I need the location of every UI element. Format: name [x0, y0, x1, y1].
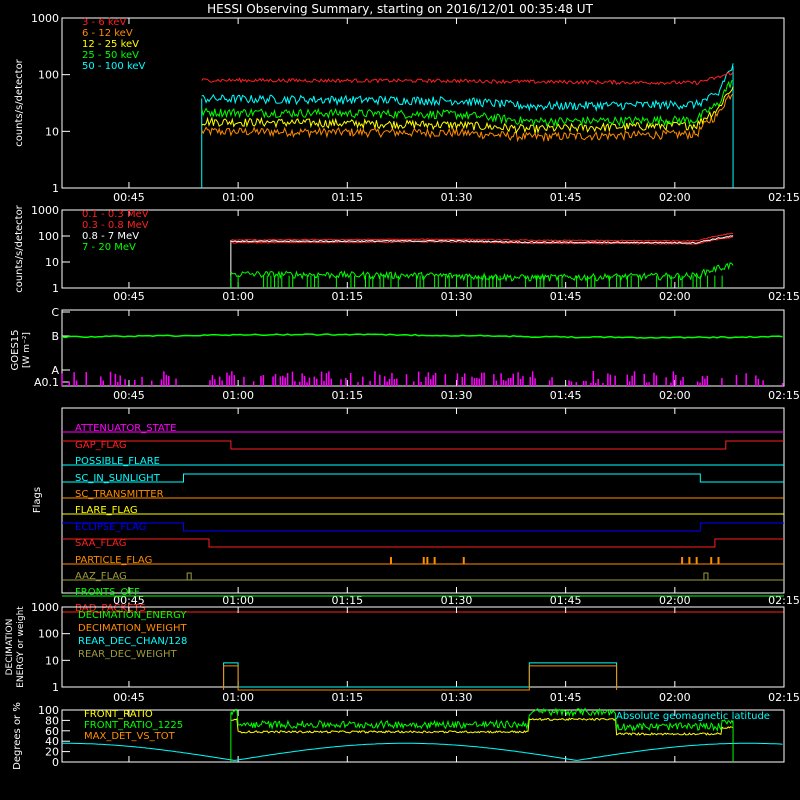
ratio-ytick-label: 100	[38, 704, 59, 717]
gamma-xtick-label: 01:30	[441, 290, 473, 303]
gamma-xtick-label: 01:00	[222, 290, 254, 303]
gamma-xtick-label: 00:45	[113, 290, 145, 303]
hxr-legend-entry: 12 - 25 keV	[82, 39, 139, 50]
gamma-ylabel: counts/s/detector	[14, 204, 25, 292]
gamma-ytick-label: 100	[38, 230, 59, 243]
goes-ytick-label: C	[51, 306, 59, 319]
flag-line	[62, 522, 784, 532]
decimation-xtick-label: 01:15	[331, 691, 363, 704]
hxr-xtick-label: 01:15	[331, 191, 363, 204]
decimation-ylabel: DECIMATION	[5, 619, 15, 676]
decimation-ylabel2: ENERGY or weight	[16, 606, 26, 688]
goes-ytick-label: B	[51, 330, 59, 343]
geomag-annotation: Absolute geomagnetic latitude	[616, 711, 770, 722]
decimation-xtick-label: 02:15	[768, 691, 800, 704]
goes-xtick-label: 00:45	[113, 389, 145, 402]
decimation-legend-entry: REAR_DEC_CHAN/128	[78, 636, 187, 647]
decimation-xtick-label: 01:30	[441, 691, 473, 704]
hxr-legend-entry: 6 - 12 keV	[82, 28, 133, 39]
goes-ylabel: GOES15	[10, 329, 21, 370]
gamma-ytick-label: 1000	[31, 204, 59, 217]
hxr-xtick-label: 01:45	[550, 191, 582, 204]
decimation-xtick-label: 01:45	[550, 691, 582, 704]
hxr-legend-entry: 25 - 50 keV	[82, 50, 139, 61]
decimation-ytick-label: 1000	[31, 601, 59, 614]
ratio-legend-entry: MAX_DET_VS_TOT	[84, 731, 176, 742]
hxr-ytick-label: 1	[52, 182, 59, 195]
goes-ytick-label: A0.1	[34, 376, 59, 389]
goes-xtick-label: 01:15	[331, 389, 363, 402]
hxr-legend-entry: 3 - 6 keV	[82, 17, 126, 28]
goes-xtick-label: 02:00	[659, 389, 691, 402]
decimation-legend-entry: REAR_DEC_WEIGHT	[78, 649, 177, 660]
flag-label: ECLIPSE_FLAG	[75, 522, 146, 533]
gamma-xtick-label: 01:45	[550, 290, 582, 303]
flag-line	[62, 538, 784, 548]
decimation-xtick-label: 01:00	[222, 691, 254, 704]
decimation-xtick-label: 02:00	[659, 691, 691, 704]
goes-xtick-label: 02:15	[768, 389, 800, 402]
aaz-flag-pulse	[703, 572, 709, 580]
gamma-xtick-label: 01:15	[331, 290, 363, 303]
gamma-ytick-label: 1	[52, 282, 59, 295]
gamma-series-line	[230, 232, 734, 242]
ratio-legend-entry: FRONT_RATIO_1225	[84, 720, 183, 731]
decimation-ytick-label: 100	[38, 628, 59, 641]
flag-label: GAP_FLAG	[75, 440, 127, 451]
hxr-ytick-label: 10	[45, 125, 59, 138]
decimation-xtick-label: 00:45	[113, 691, 145, 704]
gamma-xtick-label: 02:15	[768, 290, 800, 303]
page-title: HESSI Observing Summary, starting on 201…	[207, 2, 593, 16]
gamma-xtick-label: 02:00	[659, 290, 691, 303]
goes-xtick-label: 01:45	[550, 389, 582, 402]
gamma-legend-entry: 0.3 - 0.8 MeV	[82, 220, 149, 231]
hxr-series-line	[201, 71, 734, 86]
hxr-ytick-label: 1000	[31, 12, 59, 25]
ratio-ylabel: Degrees or %	[12, 702, 23, 770]
flags-ylabel: Flags	[32, 487, 43, 513]
decimation-legend-entry: DECIMATION_WEIGHT	[78, 623, 187, 634]
rear-dec-weight-line	[223, 665, 618, 691]
decimation-ytick-label: 10	[45, 654, 59, 667]
hxr-xtick-label: 01:00	[222, 191, 254, 204]
flag-label: SAA_FLAG	[75, 538, 126, 549]
hxr-xtick-label: 02:15	[768, 191, 800, 204]
flags-frame	[61, 407, 785, 594]
hxr-xtick-label: 02:00	[659, 191, 691, 204]
hxr-series-line	[201, 63, 734, 112]
decimation-legend-entry: DECIMATION_ENERGY	[78, 610, 187, 621]
hxr-xtick-label: 01:30	[441, 191, 473, 204]
hxr-legend-entry: 50 - 100 keV	[82, 61, 146, 72]
hxr-series-line	[201, 86, 734, 135]
chart-canvas: HESSI Observing Summary, starting on 201…	[5, 2, 800, 770]
gamma-legend-entry: 0.1 - 0.3 MeV	[82, 209, 149, 220]
gamma-ytick-label: 10	[45, 256, 59, 269]
goes-frame	[61, 309, 785, 387]
hxr-ytick-label: 100	[38, 69, 59, 82]
goes-long-line	[61, 333, 783, 339]
goes-xtick-label: 01:30	[441, 389, 473, 402]
gamma-legend-entry: 7 - 20 MeV	[82, 242, 136, 253]
goes-ytick-label: A	[51, 364, 59, 377]
gamma-legend-entry: 0.8 - 7 MeV	[82, 231, 139, 242]
hxr-ylabel: counts/s/detector	[14, 58, 25, 146]
ratio-legend-entry: FRONT_RATIO	[84, 709, 153, 720]
goes-xtick-label: 01:00	[222, 389, 254, 402]
goes-ylabel-unit: [W m⁻²]	[22, 332, 32, 368]
aaz-flag-pulse	[186, 572, 192, 580]
flag-line	[62, 473, 784, 483]
flag-line	[62, 440, 784, 450]
decimation-ytick-label: 1	[52, 681, 59, 694]
hxr-xtick-label: 00:45	[113, 191, 145, 204]
rear-dec-chan-line	[223, 662, 618, 688]
